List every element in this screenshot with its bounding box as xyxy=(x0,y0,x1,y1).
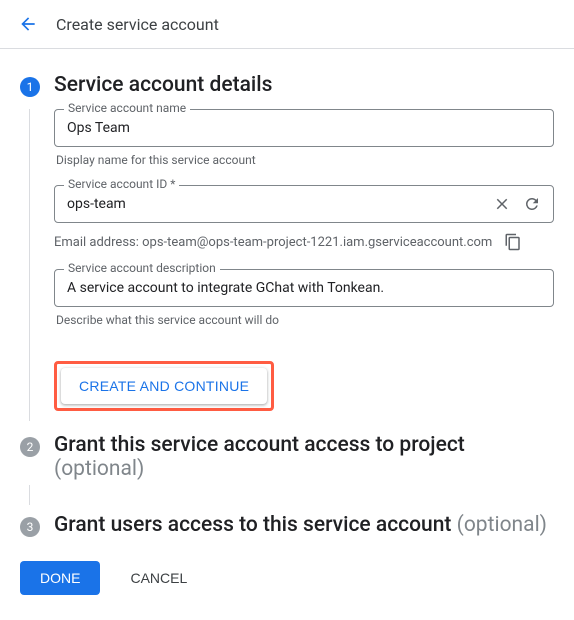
service-account-name-label: Service account name xyxy=(64,101,190,115)
service-account-description-helper: Describe what this service account will … xyxy=(56,313,554,327)
close-icon[interactable] xyxy=(492,194,512,214)
step-connector-2 xyxy=(29,485,30,505)
create-and-continue-button[interactable]: CREATE AND CONTINUE xyxy=(61,368,267,404)
step-1-indicator: 1 xyxy=(20,77,40,97)
copy-icon[interactable] xyxy=(504,233,522,251)
done-button[interactable]: DONE xyxy=(20,561,100,595)
highlight-box: CREATE AND CONTINUE xyxy=(54,361,274,411)
step-2-optional: (optional) xyxy=(54,457,144,481)
cancel-button[interactable]: CANCEL xyxy=(124,569,193,587)
email-address-text: Email address: ops-team@ops-team-project… xyxy=(54,235,492,250)
back-arrow-icon[interactable] xyxy=(16,12,40,36)
step-2-title[interactable]: Grant this service account access to pro… xyxy=(54,433,465,481)
service-account-id-label: Service account ID * xyxy=(64,177,179,191)
step-2-indicator: 2 xyxy=(20,437,40,457)
step-connector xyxy=(29,109,30,421)
step-3-title-text: Grant users access to this service accou… xyxy=(54,513,451,537)
step-3-title[interactable]: Grant users access to this service accou… xyxy=(54,513,547,537)
service-account-name-helper: Display name for this service account xyxy=(56,153,554,167)
service-account-description-label: Service account description xyxy=(64,261,220,275)
refresh-icon[interactable] xyxy=(522,194,542,214)
step-1-title: Service account details xyxy=(54,73,272,97)
step-2-title-text: Grant this service account access to pro… xyxy=(54,433,465,457)
step-3-indicator: 3 xyxy=(20,517,40,537)
step-3-optional: (optional) xyxy=(457,513,547,537)
page-title: Create service account xyxy=(56,15,219,34)
